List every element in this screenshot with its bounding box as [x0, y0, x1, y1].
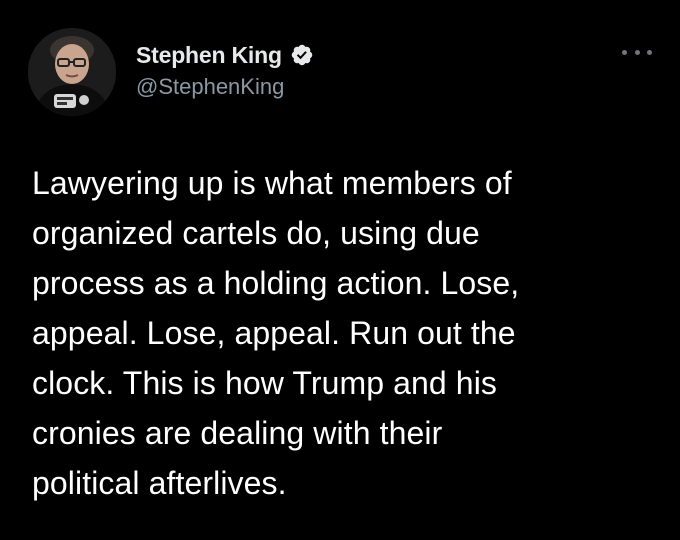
avatar-photo — [28, 28, 116, 116]
user-info: Stephen King @StephenKing — [136, 40, 314, 100]
user-handle[interactable]: @StephenKing — [136, 74, 314, 100]
name-row: Stephen King — [136, 40, 314, 70]
display-name[interactable]: Stephen King — [136, 42, 282, 69]
tweet-card: Stephen King @StephenKing Lawyering up i… — [0, 0, 680, 540]
more-options-button[interactable] — [622, 44, 652, 60]
tweet-text: Lawyering up is what members of organize… — [32, 165, 520, 501]
more-horizontal-icon — [622, 49, 627, 55]
avatar[interactable] — [28, 28, 116, 116]
more-horizontal-icon-dot — [647, 49, 652, 55]
more-horizontal-icon-dot — [634, 49, 640, 55]
verified-badge-icon — [290, 43, 314, 67]
